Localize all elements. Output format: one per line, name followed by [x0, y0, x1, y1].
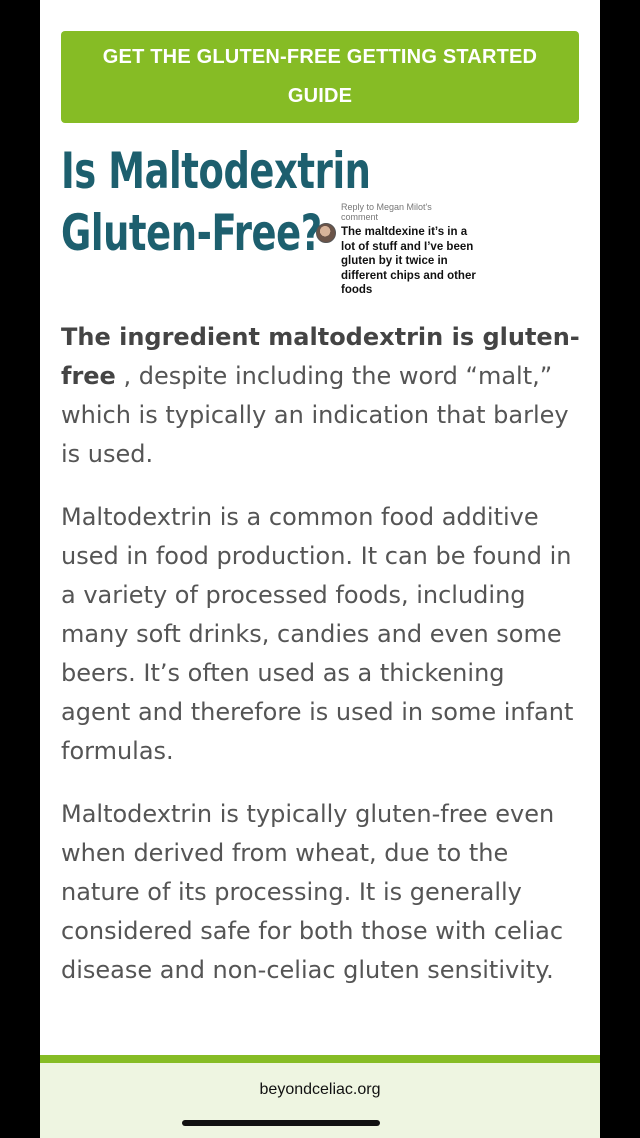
paragraph-1: The ingredient maltodextrin is gluten-fr…: [61, 318, 581, 474]
getting-started-guide-button[interactable]: GET THE GLUTEN-FREE GETTING STARTED GUID…: [61, 31, 579, 123]
browser-address-bar[interactable]: beyondceliac.org: [40, 1063, 600, 1138]
url-text[interactable]: beyondceliac.org: [40, 1081, 600, 1099]
article-body: The ingredient maltodextrin is gluten-fr…: [61, 318, 581, 1014]
web-page: GET THE GLUTEN-FREE GETTING STARTED GUID…: [40, 0, 600, 1138]
paragraph-2: Maltodextrin is a common food additive u…: [61, 503, 574, 765]
comment-text: The maltdexine it’s in a lot of stuff an…: [341, 226, 476, 297]
paragraph-1-text: , despite including the word “malt,” whi…: [61, 362, 569, 468]
comment-meta: Reply to Megan Milot's comment: [341, 202, 432, 222]
footer-divider: [40, 1055, 600, 1063]
paragraph-3: Maltodextrin is typically gluten-free ev…: [61, 800, 564, 984]
home-indicator[interactable]: [182, 1120, 380, 1126]
avatar: [316, 223, 336, 243]
